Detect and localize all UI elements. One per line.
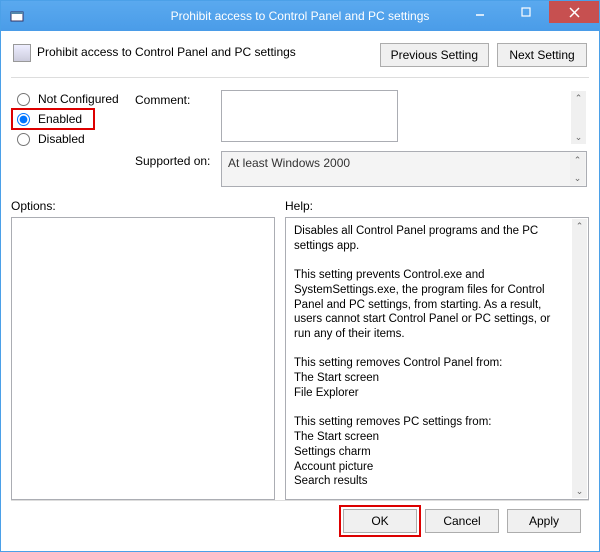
nav-buttons: Previous Setting Next Setting <box>380 43 587 67</box>
close-button[interactable] <box>549 1 599 23</box>
state-radios: Not Configured Enabled Disabled <box>17 92 127 187</box>
radio-disabled-label: Disabled <box>38 132 85 146</box>
maximize-button[interactable] <box>503 1 549 23</box>
radio-enabled[interactable]: Enabled <box>17 112 127 126</box>
comment-scrollbar[interactable]: ⌃⌄ <box>571 91 586 144</box>
header-row: Prohibit access to Control Panel and PC … <box>11 39 589 77</box>
app-icon <box>9 8 25 24</box>
help-label: Help: <box>285 199 589 213</box>
config-section: Not Configured Enabled Disabled Comment: <box>11 77 589 187</box>
radio-not-configured-label: Not Configured <box>38 92 119 106</box>
mid-section: Options: Help: Disables all Control Pane… <box>11 199 589 500</box>
help-text: Disables all Control Panel programs and … <box>286 218 573 499</box>
content-area: Prohibit access to Control Panel and PC … <box>1 31 599 551</box>
supported-label: Supported on: <box>135 151 215 168</box>
options-box <box>11 217 275 500</box>
radio-enabled-label: Enabled <box>38 112 82 126</box>
radio-enabled-input[interactable] <box>17 113 30 126</box>
options-label: Options: <box>11 199 275 213</box>
supported-value: At least Windows 2000 <box>222 152 571 188</box>
help-column: Help: Disables all Control Panel program… <box>285 199 589 500</box>
fields-column: Comment: ⌃⌄ Supported on: At least Windo… <box>135 90 587 187</box>
policy-editor-window: Prohibit access to Control Panel and PC … <box>0 0 600 552</box>
bottom-bar: OK Cancel Apply <box>11 500 589 541</box>
radio-not-configured[interactable]: Not Configured <box>17 92 127 106</box>
window-buttons <box>457 1 599 31</box>
radio-disabled[interactable]: Disabled <box>17 132 127 146</box>
help-scrollbar[interactable]: ⌃⌄ <box>572 219 587 498</box>
comment-label: Comment: <box>135 90 215 107</box>
minimize-button[interactable] <box>457 1 503 23</box>
policy-icon <box>13 44 31 62</box>
policy-title: Prohibit access to Control Panel and PC … <box>37 43 374 59</box>
cancel-button[interactable]: Cancel <box>425 509 499 533</box>
previous-setting-button[interactable]: Previous Setting <box>380 43 489 67</box>
ok-button[interactable]: OK <box>343 509 417 533</box>
comment-textarea[interactable] <box>221 90 398 142</box>
next-setting-button[interactable]: Next Setting <box>497 43 587 67</box>
radio-not-configured-input[interactable] <box>17 93 30 106</box>
supported-scrollbar[interactable]: ⌃⌄ <box>570 153 585 185</box>
title-bar: Prohibit access to Control Panel and PC … <box>1 1 599 31</box>
comment-row: Comment: ⌃⌄ <box>135 90 587 145</box>
radio-disabled-input[interactable] <box>17 133 30 146</box>
supported-row: Supported on: At least Windows 2000 ⌃⌄ <box>135 151 587 187</box>
apply-button[interactable]: Apply <box>507 509 581 533</box>
help-box: Disables all Control Panel programs and … <box>285 217 589 500</box>
options-column: Options: <box>11 199 275 500</box>
